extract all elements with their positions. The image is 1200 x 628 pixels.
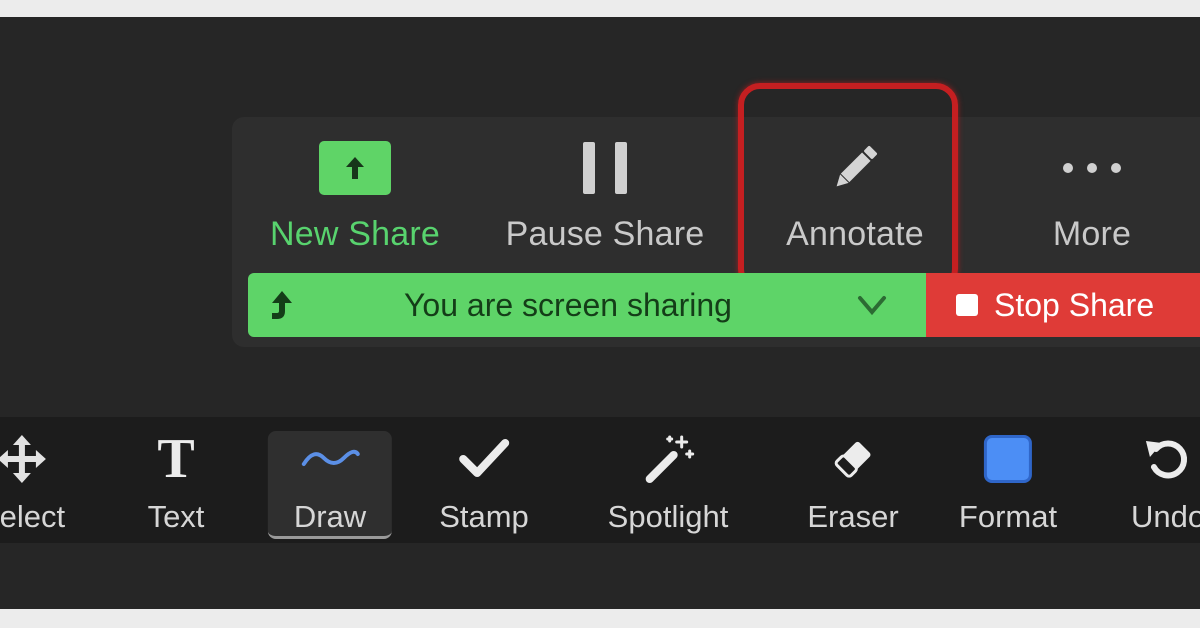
eraser-label: Eraser <box>807 499 899 534</box>
undo-label: Undo <box>1130 499 1200 534</box>
new-share-button[interactable]: New Share <box>266 137 444 267</box>
select-tool[interactable]: Select <box>0 427 65 537</box>
more-dots-icon <box>1063 163 1121 173</box>
magic-wand-icon <box>645 435 695 483</box>
share-arrow-icon <box>272 291 292 319</box>
eraser-icon <box>834 441 871 478</box>
move-arrows-icon <box>0 435 46 483</box>
annotation-toolbar: Select T Text Draw Stamp <box>0 417 1200 543</box>
format-label: Format <box>958 499 1058 534</box>
text-t-icon: T <box>157 428 195 490</box>
format-tool[interactable]: Format <box>959 427 1057 537</box>
stop-share-label: Stop Share <box>994 286 1155 323</box>
text-label: Text <box>147 499 205 534</box>
stamp-label: Stamp <box>439 499 529 534</box>
pencil-icon <box>836 145 878 187</box>
text-tool[interactable]: T Text <box>148 427 205 537</box>
new-share-label: New Share <box>270 215 440 253</box>
more-button[interactable]: More <box>1044 137 1140 267</box>
pause-icon <box>583 142 627 194</box>
status-text: You are screen sharing <box>404 287 732 323</box>
annotate-button[interactable]: Annotate <box>776 137 934 267</box>
spotlight-label: Spotlight <box>607 499 729 534</box>
pause-share-button[interactable]: Pause Share <box>500 137 710 267</box>
undo-icon <box>1145 440 1188 479</box>
stop-share-button[interactable]: Stop Share <box>926 273 1200 337</box>
chevron-down-icon[interactable] <box>856 293 888 317</box>
eraser-tool[interactable]: Eraser <box>807 427 899 537</box>
draw-label: Draw <box>293 499 367 534</box>
share-arrow-up-icon <box>319 141 391 195</box>
screen-sharing-status[interactable]: You are screen sharing <box>248 273 926 337</box>
undo-tool[interactable]: Undo <box>1131 427 1200 537</box>
color-swatch-icon <box>984 435 1032 483</box>
squiggle-line-icon <box>302 449 360 466</box>
annotate-label: Annotate <box>786 215 924 253</box>
pause-share-label: Pause Share <box>505 215 705 253</box>
draw-tool[interactable]: Draw <box>267 427 393 539</box>
checkmark-icon <box>458 439 509 477</box>
more-label: More <box>1052 215 1132 253</box>
stamp-tool[interactable]: Stamp <box>439 427 529 537</box>
stop-square-icon <box>956 294 978 316</box>
select-label: Select <box>0 499 66 534</box>
spotlight-tool[interactable]: Spotlight <box>607 427 729 537</box>
